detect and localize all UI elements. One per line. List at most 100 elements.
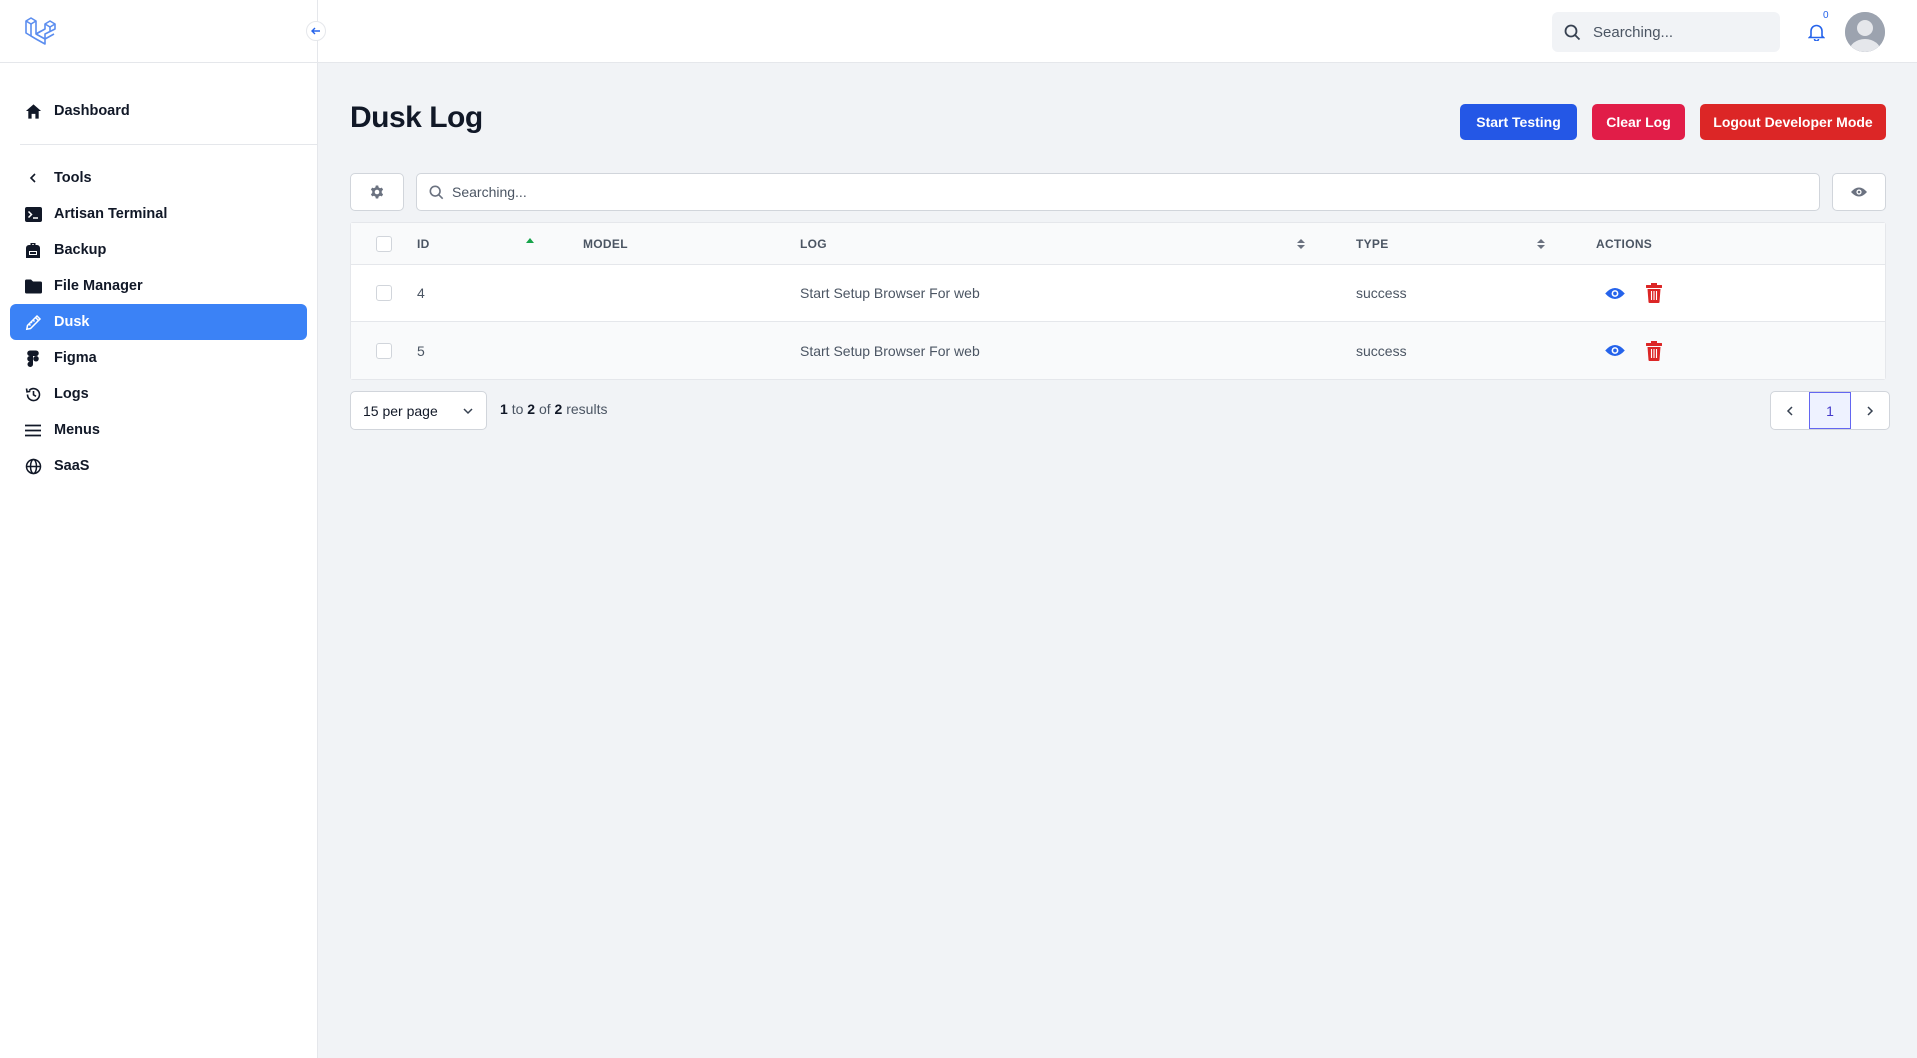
trash-icon (1646, 340, 1662, 361)
sidebar-item-dusk[interactable]: Dusk (10, 304, 307, 340)
column-header-type[interactable]: TYPE (1356, 223, 1389, 264)
row-checkbox[interactable] (376, 342, 392, 359)
eye-icon (1605, 345, 1625, 356)
cell-id: 4 (417, 285, 425, 301)
previous-page-button[interactable] (1771, 392, 1809, 429)
select-all-cell (376, 223, 392, 264)
notifications-button[interactable] (1804, 20, 1828, 44)
table-header: ID MODEL LOG TYPE ACTIONS (351, 223, 1885, 265)
sidebar-group-tools[interactable]: Tools (10, 160, 307, 196)
sidebar-item-label: Backup (54, 242, 107, 258)
logout-developer-mode-button[interactable]: Logout Developer Mode (1700, 104, 1886, 140)
topbar: 0 (318, 0, 1917, 63)
start-testing-button[interactable]: Start Testing (1460, 104, 1577, 140)
home-icon (24, 102, 42, 120)
results-of-word: of (538, 401, 551, 417)
column-visibility-button[interactable] (1832, 173, 1886, 211)
cell-log: Start Setup Browser For web (800, 285, 980, 301)
results-summary: 1 to 2 of 2 results (500, 401, 607, 417)
global-search-input[interactable] (1593, 23, 1763, 41)
sidebar-item-label: SaaS (54, 458, 90, 474)
column-header-log[interactable]: LOG (800, 223, 827, 264)
sidebar-item-label: File Manager (54, 278, 143, 294)
sidebar-item-label: Artisan Terminal (54, 206, 168, 222)
sidebar-item-saas[interactable]: SaaS (10, 448, 307, 484)
per-page-value: 15 per page (363, 402, 438, 419)
table-row: 4 Start Setup Browser For web success (351, 265, 1885, 322)
sort-icon[interactable] (1537, 238, 1545, 250)
column-header-model[interactable]: MODEL (583, 223, 628, 264)
cell-type: success (1356, 342, 1407, 359)
bell-icon (1807, 24, 1825, 41)
globe-icon (24, 457, 42, 475)
laravel-logo-icon[interactable] (24, 15, 58, 47)
chevron-right-icon (1867, 405, 1874, 416)
sort-asc-icon[interactable] (526, 237, 534, 243)
user-silhouette-icon (1845, 12, 1885, 52)
sidebar-item-dashboard[interactable]: Dashboard (10, 93, 307, 129)
search-icon (429, 185, 444, 199)
sidebar-item-figma[interactable]: Figma (10, 340, 307, 376)
sidebar-item-label: Logs (54, 386, 89, 402)
view-button[interactable] (1604, 265, 1626, 321)
sidebar-nav: Dashboard Tools Artisan Terminal Backup (0, 63, 317, 484)
select-all-checkbox[interactable] (376, 235, 392, 252)
table-search-input[interactable] (452, 184, 1752, 200)
folder-icon (24, 277, 42, 295)
sidebar-item-label: Menus (54, 422, 100, 438)
next-page-button[interactable] (1851, 392, 1889, 429)
pencil-ruler-icon (24, 313, 42, 331)
nav-divider (20, 144, 317, 145)
sidebar-item-label: Dashboard (54, 103, 130, 119)
pagination: 1 (1770, 391, 1890, 430)
sidebar-item-label: Figma (54, 350, 97, 366)
per-page-select[interactable]: 15 per page (350, 391, 487, 430)
sidebar-header (0, 0, 326, 63)
user-avatar[interactable] (1845, 12, 1885, 52)
column-header-id[interactable]: ID (417, 223, 430, 264)
table-search[interactable] (416, 173, 1820, 211)
page-button-current[interactable]: 1 (1809, 392, 1851, 429)
trash-icon (1646, 283, 1662, 303)
chevron-left-icon (1786, 405, 1793, 416)
results-to: 2 (527, 401, 536, 417)
delete-button[interactable] (1646, 265, 1662, 321)
sidebar: Dashboard Tools Artisan Terminal Backup (0, 0, 326, 1058)
table-row: 5 Start Setup Browser For web success (351, 322, 1885, 379)
figma-icon (24, 349, 42, 367)
arrow-left-icon (311, 27, 320, 35)
sidebar-group-label: Tools (54, 170, 92, 186)
search-icon (1564, 24, 1581, 40)
history-icon (24, 385, 42, 403)
table-settings-button[interactable] (350, 173, 404, 211)
sidebar-item-label: Dusk (54, 314, 90, 330)
sort-icon[interactable] (1297, 238, 1305, 250)
eye-icon (1851, 187, 1867, 197)
global-search[interactable] (1552, 12, 1780, 52)
results-to-word: to (511, 401, 524, 417)
row-checkbox[interactable] (376, 285, 392, 301)
main-content: Dusk Log Start Testing Clear Log Logout … (318, 63, 1917, 1058)
results-word: results (566, 401, 608, 417)
column-header-actions: ACTIONS (1596, 236, 1653, 251)
cell-type: success (1356, 285, 1407, 301)
sidebar-item-menus[interactable]: Menus (10, 412, 307, 448)
gear-icon (370, 185, 384, 199)
sidebar-item-logs[interactable]: Logs (10, 376, 307, 412)
sidebar-item-backup[interactable]: Backup (10, 232, 307, 268)
terminal-icon (24, 205, 42, 223)
page-title: Dusk Log (350, 101, 483, 134)
clear-log-button[interactable]: Clear Log (1592, 104, 1685, 140)
dusk-log-table: ID MODEL LOG TYPE ACTIONS 4 Start Setup … (350, 222, 1886, 380)
sidebar-item-file-manager[interactable]: File Manager (10, 268, 307, 304)
cell-id: 5 (417, 342, 425, 359)
chevron-down-icon (463, 408, 473, 415)
chevron-left-icon (24, 169, 42, 187)
notification-count: 0 (1823, 10, 1829, 21)
delete-button[interactable] (1646, 322, 1662, 379)
sidebar-collapse-button[interactable] (306, 21, 326, 41)
results-total: 2 (554, 401, 563, 417)
backpack-icon (24, 241, 42, 259)
view-button[interactable] (1604, 322, 1626, 379)
sidebar-item-artisan-terminal[interactable]: Artisan Terminal (10, 196, 307, 232)
